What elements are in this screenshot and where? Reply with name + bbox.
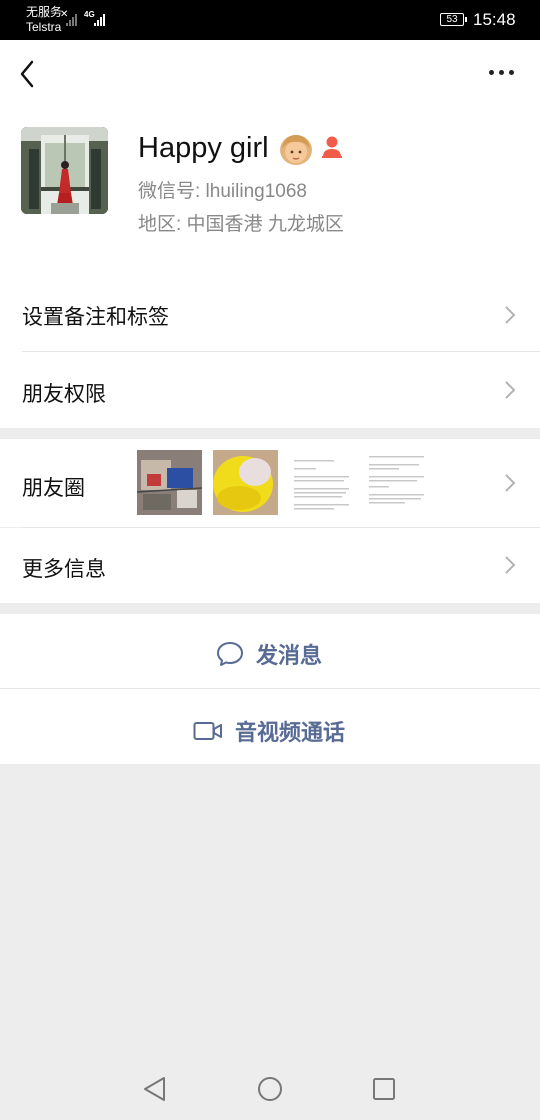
nav-back-icon[interactable] [144, 1077, 165, 1101]
friend-permissions-label: 朋友权限 [22, 383, 106, 406]
chevron-right-icon [505, 381, 516, 399]
avatar-photo [21, 127, 108, 214]
moments-photo-2 [213, 450, 278, 515]
battery-icon: 53 [440, 13, 467, 26]
video-call-button[interactable]: 音视频通话 [0, 689, 540, 764]
moments-thumbnail-4[interactable] [365, 450, 430, 515]
chat-bubble-icon [217, 642, 243, 666]
chevron-right-icon [505, 306, 516, 324]
more-dots-icon[interactable] [487, 63, 517, 83]
navigation-bar [144, 1077, 395, 1101]
region: 地区: 中国香港 九龙城区 [138, 214, 344, 235]
status-bar: 无服务 Telstra ✕ 4G 53 15:48 [0, 0, 540, 40]
row-more-info[interactable]: 更多信息 [0, 528, 540, 603]
send-message-content: 发消息 [216, 638, 322, 670]
wechat-id: 微信号: lhuiling1068 [138, 181, 307, 202]
remark-tags-label: 设置备注和标签 [22, 306, 169, 329]
moments-text-preview-3 [289, 450, 354, 515]
moments-photo-1 [137, 450, 202, 515]
video-camera-icon [193, 722, 222, 740]
nav-home-icon[interactable] [258, 1077, 282, 1101]
signal-icon [66, 12, 77, 26]
moments-thumbnail-3[interactable] [289, 450, 354, 515]
signal-icon-2 [94, 12, 105, 26]
moments-thumbnail-2[interactable] [213, 450, 278, 515]
moments-label: 朋友圈 [22, 477, 85, 500]
moments-thumbnail-1[interactable] [137, 450, 202, 515]
profile-name: Happy girl [138, 132, 269, 164]
send-message-label: 发消息 [256, 643, 323, 668]
chevron-left-icon[interactable] [14, 60, 42, 88]
nav-recents-icon[interactable] [373, 1078, 395, 1100]
row-friend-permissions[interactable]: 朋友权限 [0, 352, 540, 428]
avatar[interactable] [21, 127, 108, 214]
moments-text-preview-4 [365, 450, 430, 515]
chevron-right-icon [505, 474, 516, 492]
row-remark-tags[interactable]: 设置备注和标签 [0, 277, 540, 352]
carrier-service: 无服务 [26, 5, 63, 19]
more-info-label: 更多信息 [22, 558, 106, 581]
video-call-content: 音视频通话 [193, 715, 345, 747]
status-time: 15:48 [473, 10, 516, 29]
friend-profile-icon [322, 136, 342, 158]
carrier-name: Telstra [26, 20, 62, 34]
send-message-button[interactable]: 发消息 [0, 614, 540, 689]
video-call-label: 音视频通话 [235, 720, 346, 745]
girl-emoji-icon [280, 135, 312, 165]
chevron-right-icon [505, 556, 516, 574]
carrier-info: 无服务 Telstra [26, 5, 62, 35]
